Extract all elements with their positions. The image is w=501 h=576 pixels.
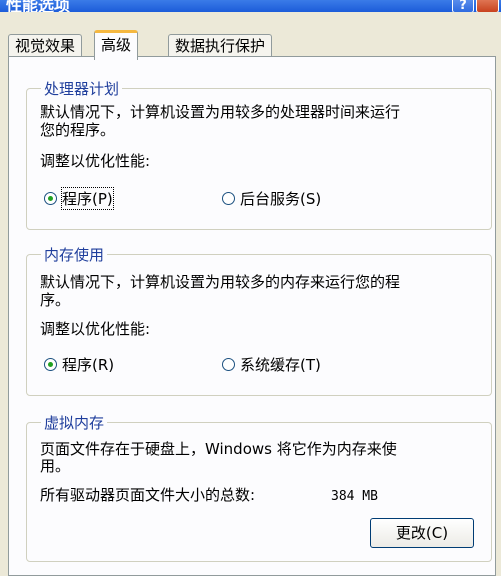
radio-checked-icon: [44, 358, 57, 371]
radio-checked-icon: [44, 192, 57, 205]
processor-programs-radio[interactable]: 程序(P): [44, 187, 114, 210]
processor-services-radio[interactable]: 后台服务(S): [222, 188, 321, 209]
tab-visual-effects[interactable]: 视觉效果: [8, 34, 83, 57]
virtual-memory-group-title: 虚拟内存: [41, 412, 108, 433]
memory-adjust-label: 调整以优化性能:: [40, 320, 151, 338]
close-button[interactable]: [476, 0, 499, 12]
change-button[interactable]: 更改(C): [370, 518, 474, 548]
help-button[interactable]: ?: [452, 0, 474, 12]
memory-description-line1: 默认情况下，计算机设置为用较多的内存来运行您的程: [40, 273, 401, 291]
memory-description-line2: 序。: [40, 291, 71, 309]
processor-services-label: 后台服务(S): [240, 190, 322, 208]
virtual-memory-description-line1: 页面文件存在于硬盘上，Windows 将它作为内存来使: [40, 440, 397, 458]
tab-advanced[interactable]: 高级: [94, 30, 139, 60]
radio-unchecked-icon: [222, 192, 235, 205]
memory-cache-label: 系统缓存(T): [240, 356, 321, 374]
paging-total-label: 所有驱动器页面文件大小的总数:: [40, 486, 256, 504]
processor-description-line2: 您的程序。: [40, 121, 116, 139]
memory-cache-radio[interactable]: 系统缓存(T): [222, 354, 321, 375]
paging-total-value: 384 MB: [331, 489, 378, 504]
title-bar: 性能选项 ?: [0, 0, 501, 12]
memory-group-title: 内存使用: [41, 244, 108, 265]
processor-adjust-label: 调整以优化性能:: [40, 152, 151, 170]
processor-group-title: 处理器计划: [41, 78, 123, 99]
radio-unchecked-icon: [222, 358, 235, 371]
tab-dep[interactable]: 数据执行保护: [168, 34, 273, 57]
window-title: 性能选项: [6, 0, 71, 12]
memory-programs-label: 程序(R): [62, 356, 115, 374]
processor-description-line1: 默认情况下，计算机设置为用较多的处理器时间来运行: [40, 103, 401, 121]
virtual-memory-description-line2: 用。: [40, 457, 71, 475]
question-icon: ?: [459, 0, 467, 12]
processor-programs-label: 程序(P): [61, 187, 114, 210]
memory-programs-radio[interactable]: 程序(R): [44, 354, 114, 375]
